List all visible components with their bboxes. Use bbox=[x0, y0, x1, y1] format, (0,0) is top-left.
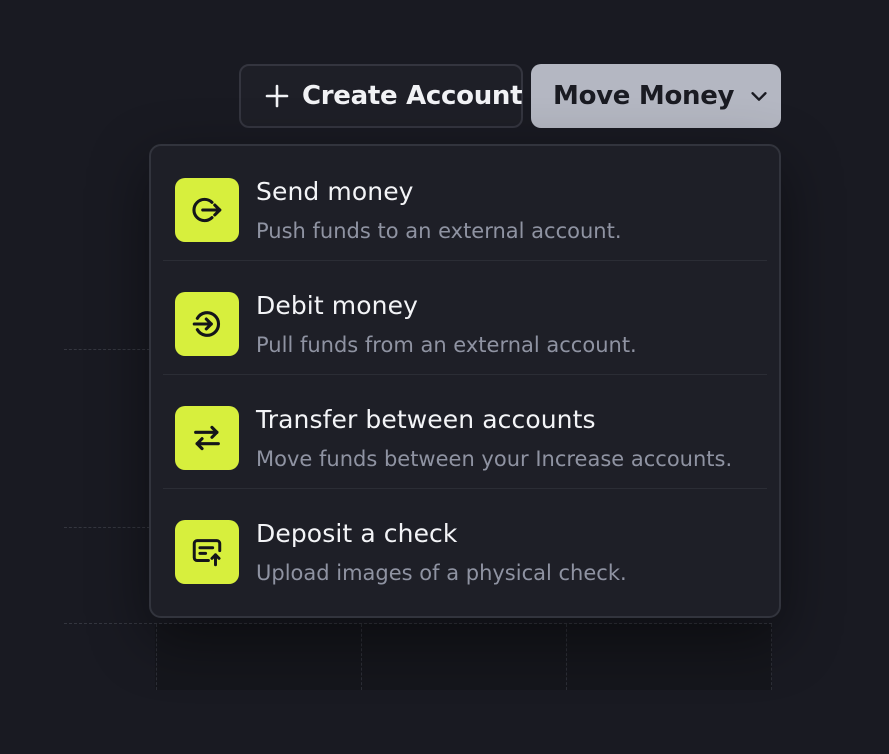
menu-item-title: Transfer between accounts bbox=[256, 405, 596, 434]
background-divider bbox=[361, 624, 362, 690]
menu-item-description: Push funds to an external account. bbox=[256, 219, 622, 243]
menu-item-description: Pull funds from an external account. bbox=[256, 333, 637, 357]
menu-item-transfer-between-accounts[interactable]: Transfer between accounts Move funds bet… bbox=[163, 374, 767, 488]
background-divider bbox=[64, 349, 150, 350]
menu-item-title: Debit money bbox=[256, 291, 418, 320]
menu-item-title: Send money bbox=[256, 177, 414, 206]
move-money-button[interactable]: Move Money bbox=[531, 64, 781, 128]
debit-arrow-in-icon bbox=[175, 292, 239, 356]
move-money-menu: Send money Push funds to an external acc… bbox=[149, 144, 781, 618]
menu-item-debit-money[interactable]: Debit money Pull funds from an external … bbox=[163, 260, 767, 374]
background-divider bbox=[156, 624, 157, 690]
menu-item-title: Deposit a check bbox=[256, 519, 458, 548]
background-divider bbox=[566, 624, 567, 690]
background-divider bbox=[771, 624, 772, 690]
create-account-button[interactable]: Create Account bbox=[239, 64, 523, 128]
send-arrow-out-icon bbox=[175, 178, 239, 242]
transfer-arrows-icon bbox=[175, 406, 239, 470]
chevron-down-icon bbox=[751, 92, 767, 101]
background-table-row bbox=[155, 624, 772, 690]
check-upload-icon bbox=[175, 520, 239, 584]
menu-item-deposit-a-check[interactable]: Deposit a check Upload images of a physi… bbox=[163, 488, 767, 602]
menu-item-description: Upload images of a physical check. bbox=[256, 561, 627, 585]
plus-icon bbox=[265, 84, 289, 108]
create-account-label: Create Account bbox=[302, 81, 523, 111]
move-money-label: Move Money bbox=[553, 81, 735, 111]
menu-item-send-money[interactable]: Send money Push funds to an external acc… bbox=[163, 146, 767, 260]
menu-item-description: Move funds between your Increase account… bbox=[256, 447, 733, 471]
background-divider bbox=[64, 527, 150, 528]
